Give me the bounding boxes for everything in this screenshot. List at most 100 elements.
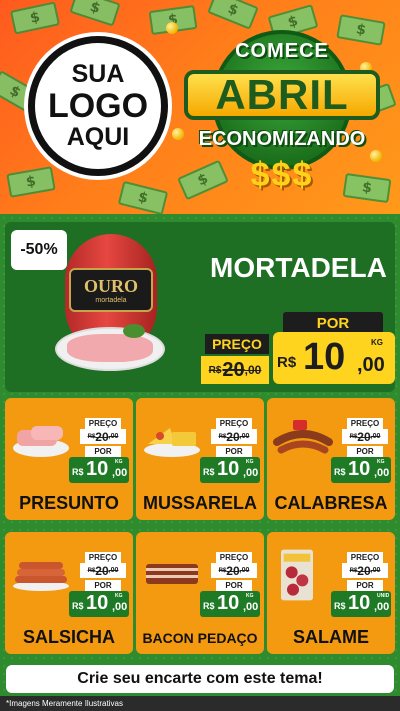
old-price-value: 20: [226, 563, 240, 578]
old-price-value: 20: [226, 429, 240, 444]
old-price-currency: R$: [87, 433, 96, 440]
product-card-bacon[interactable]: PREÇO R$ 20,00 POR R$ 10 KG ,00 BACON PED…: [136, 532, 264, 654]
old-price: R$ 20 ,00: [201, 356, 269, 384]
new-price: R$ 10 KG ,00: [273, 332, 395, 384]
old-price-label: PREÇO: [85, 418, 121, 429]
new-price-label: POR: [85, 446, 121, 457]
new-price: R$ 10 KG ,00: [200, 591, 260, 617]
price-unit: KG: [246, 459, 254, 465]
old-price-value: 20: [95, 429, 109, 444]
badge-money-symbols: $$$: [250, 156, 314, 194]
disclaimer-text: *Imagens Meramente Ilustrativas: [0, 696, 400, 711]
old-price: R$ 20,00: [80, 429, 126, 444]
money-bill-icon: [6, 166, 56, 198]
new-price-label: POR: [347, 446, 383, 457]
new-price: R$ 10 KG ,00: [69, 591, 129, 617]
new-price-cents: ,00: [374, 467, 390, 479]
price-unit: KG: [371, 338, 383, 347]
old-price-currency: R$: [218, 433, 227, 440]
product-card-presunto[interactable]: PREÇO R$ 20,00 POR R$ 10 KG ,00 PRESUNTO: [5, 398, 133, 520]
price-unit: KG: [246, 593, 254, 599]
old-price-currency: R$: [349, 433, 358, 440]
herb-garnish: [123, 324, 145, 338]
old-price: R$ 20,00: [342, 429, 388, 444]
old-price-currency: R$: [349, 567, 358, 574]
new-price-currency: R$: [72, 601, 84, 611]
new-price-currency: R$: [203, 601, 215, 611]
money-bill-icon: [117, 180, 169, 214]
old-price-cents: ,00: [239, 567, 250, 574]
new-price-currency: R$: [72, 467, 84, 477]
new-price-currency: R$: [277, 354, 297, 371]
product-card-salsicha[interactable]: PREÇO R$ 20,00 POR R$ 10 KG ,00 SALSICHA: [5, 532, 133, 654]
new-price-value: 10: [303, 336, 346, 378]
header-banner: SUA LOGO AQUI COMECE ABRIL ECONOMIZANDO …: [0, 0, 400, 214]
brand-label: OURO mortadela: [69, 268, 153, 312]
featured-product-name: MORTADELA: [210, 252, 387, 283]
money-bill-icon: [69, 0, 121, 27]
product-card-salame[interactable]: PREÇO R$ 20,00 POR R$ 10 UNID ,00 SALAME: [267, 532, 395, 654]
product-card-calabresa[interactable]: PREÇO R$ 20,00 POR R$ 10 KG ,00 CALABRESA: [267, 398, 395, 520]
calabresa-image: [273, 420, 333, 454]
old-price-cents: ,00: [108, 567, 119, 574]
slices-image: [67, 334, 153, 362]
new-price-currency: R$: [334, 467, 346, 477]
new-price-cents: ,00: [374, 601, 390, 613]
old-price-currency: R$: [208, 364, 222, 376]
featured-offer[interactable]: -50% OURO mortadela MORTADELA PREÇO R$ 2…: [5, 222, 395, 392]
new-price-currency: R$: [334, 601, 346, 611]
new-price: R$ 10 UNID ,00: [331, 591, 391, 617]
salame-image: [281, 549, 313, 601]
old-price-cents: ,00: [108, 433, 119, 440]
old-price-cents: ,00: [239, 433, 250, 440]
logo-placeholder: SUA LOGO AQUI: [28, 36, 168, 176]
old-price-value: 20: [357, 563, 371, 578]
new-price-label: POR: [216, 580, 252, 591]
new-price: R$ 10 KG ,00: [331, 457, 391, 483]
campaign-badge: COMECE ABRIL ECONOMIZANDO $$$: [182, 30, 382, 206]
brand-subtitle: mortadela: [95, 297, 127, 304]
new-price-currency: R$: [203, 467, 215, 477]
price-unit: KG: [115, 459, 123, 465]
old-price-label: PREÇO: [347, 552, 383, 563]
new-price-cents: ,00: [357, 354, 385, 376]
new-price: R$ 10 KG ,00: [69, 457, 129, 483]
money-bill-icon: [10, 1, 60, 35]
create-flyer-button[interactable]: Crie seu encarte com este tema!: [6, 665, 394, 693]
new-price-value: 10: [348, 592, 371, 614]
old-price-value: 20: [357, 429, 371, 444]
old-price-label: PREÇO: [347, 418, 383, 429]
new-price-value: 10: [348, 458, 371, 480]
old-price-cents: ,00: [370, 433, 381, 440]
new-price-value: 10: [86, 592, 109, 614]
price-unit: KG: [377, 459, 385, 465]
bacon-image: [146, 564, 198, 584]
badge-main-text: ABRIL: [184, 70, 380, 120]
new-price-cents: ,00: [243, 601, 259, 613]
product-card-mussarela[interactable]: PREÇO R$ 20,00 POR R$ 10 KG ,00 MUSSARELA: [136, 398, 264, 520]
logo-line-2: LOGO: [47, 86, 149, 125]
new-price-value: 10: [86, 458, 109, 480]
coin-icon: [166, 22, 178, 34]
product-name: SALSICHA: [22, 627, 115, 647]
old-price: R$ 20,00: [342, 563, 388, 578]
logo-line-1: SUA: [71, 59, 125, 88]
product-name: BACON PEDAÇO: [142, 630, 258, 646]
new-price-label: POR: [347, 580, 383, 591]
old-price-value: 20: [95, 563, 109, 578]
old-price-label: PREÇO: [216, 552, 252, 563]
product-name: CALABRESA: [274, 493, 388, 513]
new-price: R$ 10 KG ,00: [200, 457, 260, 483]
new-price-label: POR: [85, 580, 121, 591]
badge-bottom-text: ECONOMIZANDO: [198, 128, 366, 150]
logo-line-3: AQUI: [66, 123, 130, 152]
brand-name: OURO: [84, 276, 138, 296]
new-price-label: POR: [283, 312, 383, 334]
old-price-currency: R$: [218, 567, 227, 574]
price-unit: UNID: [377, 593, 390, 599]
new-price-cents: ,00: [112, 601, 128, 613]
mussarela-image: [144, 428, 200, 457]
money-bill-icon: [207, 0, 259, 30]
old-price-currency: R$: [87, 567, 96, 574]
new-price-value: 10: [217, 592, 240, 614]
